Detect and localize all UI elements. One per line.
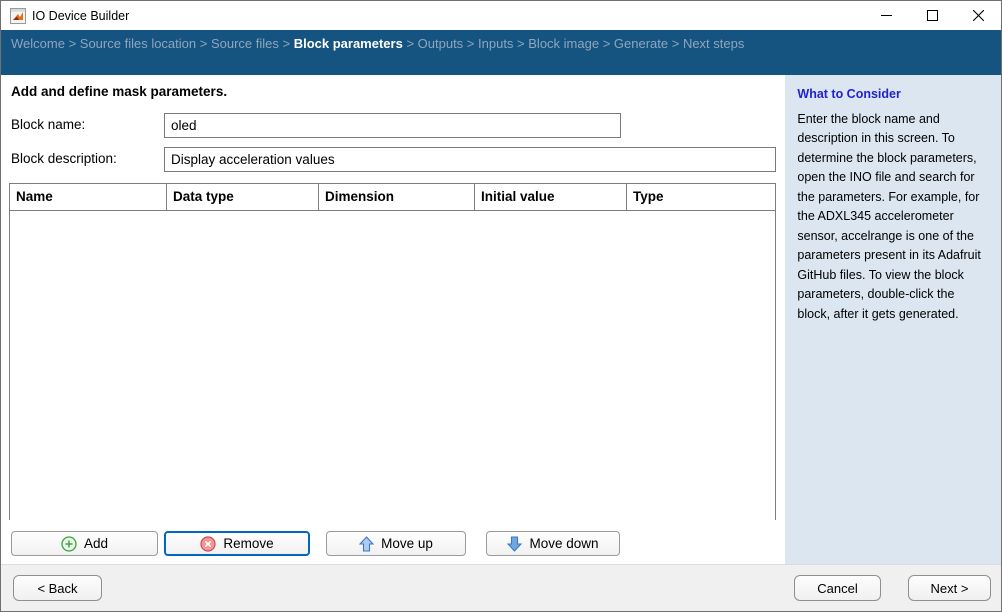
block-name-input[interactable]: [164, 113, 621, 138]
breadcrumb-item-welcome[interactable]: Welcome: [11, 36, 65, 51]
breadcrumb-separator: >: [668, 36, 683, 51]
main-panel: Add and define mask parameters. Block na…: [1, 75, 785, 564]
io-device-builder-window: IO Device Builder Welcome > Source files…: [0, 0, 1002, 612]
sidebar-title: What to Consider: [797, 85, 989, 105]
window-controls: [863, 1, 1001, 30]
close-icon: [973, 10, 984, 21]
block-description-input[interactable]: [164, 147, 776, 172]
column-header-dimension: Dimension: [319, 184, 475, 210]
breadcrumb-item-source-files[interactable]: Source files: [211, 36, 279, 51]
add-button[interactable]: Add: [11, 531, 158, 556]
parameters-table[interactable]: Name Data type Dimension Initial value T…: [9, 183, 776, 520]
back-button[interactable]: < Back: [13, 575, 102, 601]
move-up-button-label: Move up: [381, 536, 433, 551]
arrow-up-icon: [359, 536, 374, 552]
footer-bar: < Back Cancel Next >: [1, 564, 1001, 611]
window-title: IO Device Builder: [32, 9, 129, 23]
help-sidebar: What to Consider Enter the block name an…: [785, 75, 1001, 564]
breadcrumb-item-next-steps[interactable]: Next steps: [683, 36, 744, 51]
cancel-button[interactable]: Cancel: [794, 575, 881, 601]
block-description-label: Block description:: [11, 151, 117, 166]
breadcrumb-item-block-image[interactable]: Block image: [528, 36, 599, 51]
column-header-name: Name: [10, 184, 167, 210]
title-bar: IO Device Builder: [1, 1, 1001, 30]
breadcrumb-separator: >: [599, 36, 614, 51]
breadcrumb-item-inputs[interactable]: Inputs: [478, 36, 513, 51]
x-circle-icon: [200, 536, 216, 552]
column-header-data-type: Data type: [167, 184, 319, 210]
matlab-app-icon: [10, 8, 26, 24]
column-header-type: Type: [627, 184, 775, 210]
close-button[interactable]: [955, 1, 1001, 30]
block-name-label: Block name:: [11, 117, 85, 132]
breadcrumb-separator: >: [463, 36, 478, 51]
maximize-icon: [927, 10, 938, 21]
breadcrumb-separator: >: [403, 36, 418, 51]
breadcrumb-separator: >: [279, 36, 294, 51]
breadcrumb-separator: >: [196, 36, 211, 51]
column-header-initial-value: Initial value: [475, 184, 627, 210]
breadcrumb-item-outputs[interactable]: Outputs: [418, 36, 464, 51]
breadcrumb-item-generate[interactable]: Generate: [614, 36, 668, 51]
move-down-button[interactable]: Move down: [486, 531, 620, 556]
page-title: Add and define mask parameters.: [11, 84, 227, 99]
parameters-table-body[interactable]: [10, 211, 775, 520]
minimize-button[interactable]: [863, 1, 909, 30]
breadcrumb-separator: >: [65, 36, 80, 51]
minimize-icon: [881, 10, 892, 21]
sidebar-help-text: Enter the block name and description in …: [797, 110, 989, 325]
next-button[interactable]: Next >: [908, 575, 991, 601]
remove-button-label: Remove: [223, 536, 273, 551]
table-action-buttons: Add Remove Move up: [11, 531, 620, 556]
add-button-label: Add: [84, 536, 108, 551]
breadcrumb-item-block-parameters[interactable]: Block parameters: [294, 36, 403, 51]
content-area: Add and define mask parameters. Block na…: [1, 75, 1001, 564]
breadcrumb: Welcome > Source files location > Source…: [1, 30, 1001, 75]
move-down-button-label: Move down: [529, 536, 598, 551]
remove-button[interactable]: Remove: [164, 531, 310, 556]
parameters-table-header: Name Data type Dimension Initial value T…: [10, 184, 775, 211]
breadcrumb-item-source-files-location[interactable]: Source files location: [80, 36, 196, 51]
breadcrumb-separator: >: [513, 36, 528, 51]
maximize-button[interactable]: [909, 1, 955, 30]
move-up-button[interactable]: Move up: [326, 531, 466, 556]
plus-circle-icon: [61, 536, 77, 552]
arrow-down-icon: [507, 536, 522, 552]
